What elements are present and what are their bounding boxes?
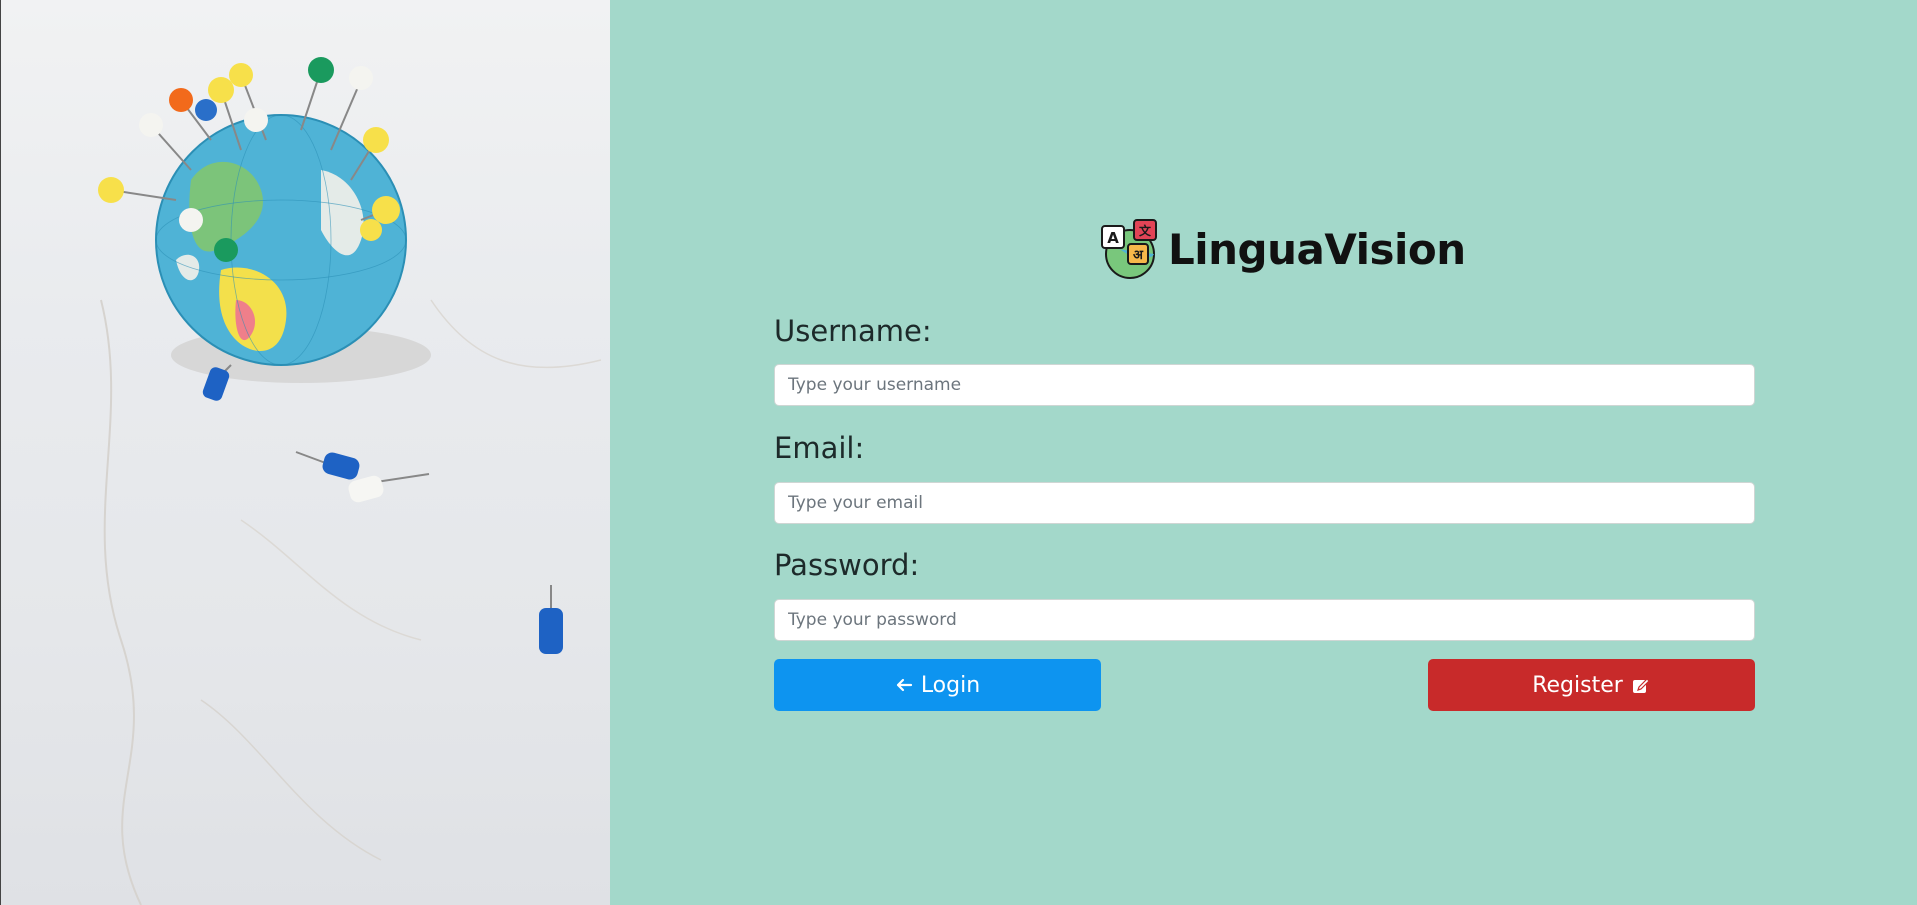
- login-form-panel: A 文 अ LinguaVision Username: Email: Pass…: [610, 0, 1917, 905]
- brand-header: A 文 अ LinguaVision: [1100, 214, 1466, 284]
- password-label: Password:: [774, 548, 920, 582]
- svg-text:文: 文: [1139, 223, 1152, 238]
- email-label: Email:: [774, 431, 865, 465]
- hero-photo: [0, 0, 610, 905]
- globe-with-pushpins-illustration: [98, 57, 602, 905]
- pencil-square-icon: [1632, 678, 1650, 693]
- login-button-label: Login: [920, 672, 981, 698]
- username-input[interactable]: [774, 364, 1755, 406]
- arrow-left-icon: [896, 678, 912, 692]
- language-translate-icon: A 文 अ: [1101, 219, 1157, 279]
- svg-text:A: A: [1107, 229, 1119, 247]
- register-button-label: Register: [1532, 672, 1623, 698]
- login-button[interactable]: Login: [774, 659, 1101, 711]
- app-title: LinguaVision: [1168, 224, 1466, 274]
- password-input[interactable]: [774, 599, 1755, 641]
- email-input[interactable]: [774, 482, 1755, 524]
- register-button[interactable]: Register: [1428, 659, 1755, 711]
- svg-text:अ: अ: [1133, 248, 1144, 263]
- username-label: Username:: [774, 314, 932, 348]
